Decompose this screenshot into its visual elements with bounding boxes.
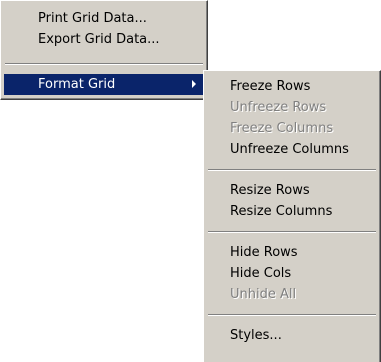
menu-item-label: Unfreeze Rows xyxy=(230,100,327,115)
menu-item-label: Unfreeze Columns xyxy=(230,142,349,157)
menu-separator xyxy=(5,63,203,65)
menu-item-label: Hide Rows xyxy=(230,245,298,260)
menu-item-label: Resize Rows xyxy=(230,183,310,198)
menu-item-resize-rows[interactable]: Resize Rows xyxy=(207,180,377,201)
submenu-arrow-icon xyxy=(192,80,196,88)
menu-item-label: Hide Cols xyxy=(230,266,292,281)
menu-item-format-grid[interactable]: Format Grid xyxy=(4,74,204,95)
menu-item-export-grid-data[interactable]: Export Grid Data... xyxy=(4,29,204,50)
menu-item-print-grid-data[interactable]: Print Grid Data... xyxy=(4,8,204,29)
menu-item-unhide-all[interactable]: Unhide All xyxy=(207,284,377,305)
menu-item-label: Resize Columns xyxy=(230,204,333,219)
menu-separator xyxy=(208,314,376,316)
menu-item-label: Unhide All xyxy=(230,287,297,302)
menu-separator xyxy=(208,169,376,171)
menu-item-label: Print Grid Data... xyxy=(38,11,147,26)
menu-item-label: Format Grid xyxy=(38,77,116,92)
menu-item-label: Freeze Columns xyxy=(230,121,334,136)
menu-item-hide-rows[interactable]: Hide Rows xyxy=(207,242,377,263)
menu-item-label: Export Grid Data... xyxy=(38,32,160,47)
menu-item-freeze-rows[interactable]: Freeze Rows xyxy=(207,76,377,97)
context-menu: Print Grid Data... Export Grid Data... F… xyxy=(0,0,208,100)
menu-item-unfreeze-rows[interactable]: Unfreeze Rows xyxy=(207,97,377,118)
menu-item-resize-columns[interactable]: Resize Columns xyxy=(207,201,377,222)
menu-item-label: Freeze Rows xyxy=(230,79,311,94)
format-grid-submenu: Freeze Rows Unfreeze Rows Freeze Columns… xyxy=(203,70,381,362)
menu-item-hide-cols[interactable]: Hide Cols xyxy=(207,263,377,284)
menu-item-styles[interactable]: Styles... xyxy=(207,325,377,346)
menu-item-label: Styles... xyxy=(230,328,282,343)
menu-item-freeze-columns[interactable]: Freeze Columns xyxy=(207,118,377,139)
menu-item-unfreeze-columns[interactable]: Unfreeze Columns xyxy=(207,139,377,160)
menu-separator xyxy=(208,231,376,233)
